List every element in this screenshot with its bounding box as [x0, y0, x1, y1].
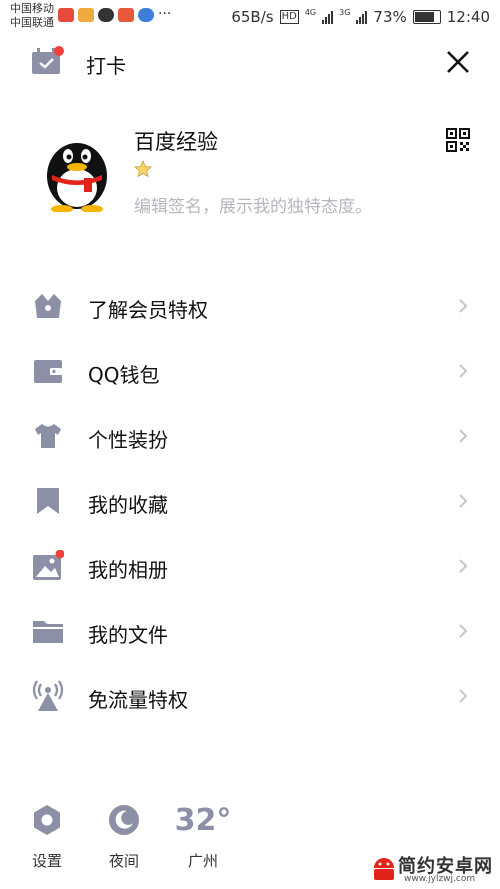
wallet-icon: [34, 360, 62, 383]
message-bubble-icon: [98, 8, 114, 22]
close-icon[interactable]: [444, 48, 472, 76]
status-right: 65B/s HD 4G 3G 73% 12:40: [231, 7, 490, 27]
chevron-right-icon: [459, 364, 468, 378]
news-app-icon: [118, 8, 134, 22]
network-type-2: 3G: [339, 7, 351, 17]
hd-badge: HD: [279, 10, 299, 24]
notification-icons: ···: [58, 6, 172, 22]
game-app-icon: [78, 8, 94, 22]
gear-icon: [34, 805, 60, 835]
more-notifications-icon: ···: [158, 6, 172, 22]
watermark: 简约安卓网 www.jylzwj.com: [368, 846, 500, 889]
nickname[interactable]: 百度经验: [134, 126, 218, 156]
tshirt-icon: [35, 424, 61, 448]
settings-label: 设置: [31, 852, 62, 870]
menu-item-label: 我的相册: [88, 558, 168, 582]
checkin-label[interactable]: 打卡: [86, 50, 126, 79]
menu-item-label: 我的收藏: [88, 493, 168, 517]
signal-icon-2: [356, 10, 368, 24]
crown-basket-icon: [35, 294, 61, 318]
menu-item-label: 了解会员特权: [88, 298, 208, 322]
chevron-right-icon: [459, 624, 468, 638]
status-bar: 中国移动 中国联通 ··· 65B/s HD 4G 3G 73% 12:40: [0, 0, 500, 34]
menu-item-qq-wallet[interactable]: QQ钱包: [0, 339, 500, 404]
star-icon[interactable]: [134, 160, 152, 178]
settings-button[interactable]: 设置: [17, 804, 77, 871]
menu-item-favorites[interactable]: 我的收藏: [0, 469, 500, 534]
antenna-icon: [32, 680, 64, 711]
network-speed: 65B/s: [231, 8, 274, 26]
carriers: 中国移动 中国联通: [10, 2, 54, 30]
signature-input[interactable]: 编辑签名，展示我的独特态度。: [134, 192, 372, 217]
menu-item-album[interactable]: 我的相册: [0, 534, 500, 599]
photo-icon: [33, 550, 64, 580]
night-mode-label: 夜间: [108, 852, 139, 870]
drawer-menu: 了解会员特权 QQ钱包 个性装扮 我的收藏 我的相册 我的文件 免流量特权: [0, 274, 500, 729]
chevron-right-icon: [459, 494, 468, 508]
battery-percent: 73%: [373, 8, 407, 26]
menu-item-files[interactable]: 我的文件: [0, 599, 500, 664]
weather-widget[interactable]: 32° 广州: [173, 804, 233, 871]
qr-code-icon[interactable]: [446, 128, 470, 152]
chevron-right-icon: [459, 559, 468, 573]
temperature: 32°: [174, 803, 232, 838]
profile-section: 百度经验 编辑签名，展示我的独特态度。: [0, 110, 500, 230]
menu-item-personalization[interactable]: 个性装扮: [0, 404, 500, 469]
watermark-url: www.jylzwj.com: [404, 874, 476, 884]
menu-item-label: 我的文件: [88, 623, 168, 647]
night-mode-button[interactable]: 夜间: [94, 804, 154, 871]
moon-icon: [109, 805, 139, 835]
menu-item-label: 个性装扮: [88, 428, 168, 452]
android-logo-icon: [374, 858, 394, 880]
carrier-1: 中国移动: [10, 2, 54, 15]
checkin-badge: [54, 46, 64, 56]
battery-icon: [412, 10, 441, 24]
baidu-paw-icon: [138, 8, 154, 22]
clock: 12:40: [446, 8, 490, 26]
drawer-header: 打卡: [0, 34, 500, 90]
menu-item-vip-privileges[interactable]: 了解会员特权: [0, 274, 500, 339]
carrier-2: 中国联通: [10, 16, 54, 29]
avatar[interactable]: [40, 132, 114, 212]
checkin-calendar-icon[interactable]: [30, 46, 64, 76]
menu-item-free-data[interactable]: 免流量特权: [0, 664, 500, 729]
chevron-right-icon: [459, 429, 468, 443]
signal-icon: [322, 10, 334, 24]
battery-level: [414, 12, 434, 22]
folder-icon: [33, 621, 63, 643]
chevron-right-icon: [459, 299, 468, 313]
menu-item-label: QQ钱包: [88, 363, 160, 387]
city-label: 广州: [187, 852, 218, 870]
bookmark-icon: [37, 488, 59, 514]
network-type-1: 4G: [304, 7, 317, 17]
chevron-right-icon: [459, 689, 468, 703]
stock-app-icon: [58, 8, 74, 22]
menu-item-label: 免流量特权: [88, 688, 188, 712]
